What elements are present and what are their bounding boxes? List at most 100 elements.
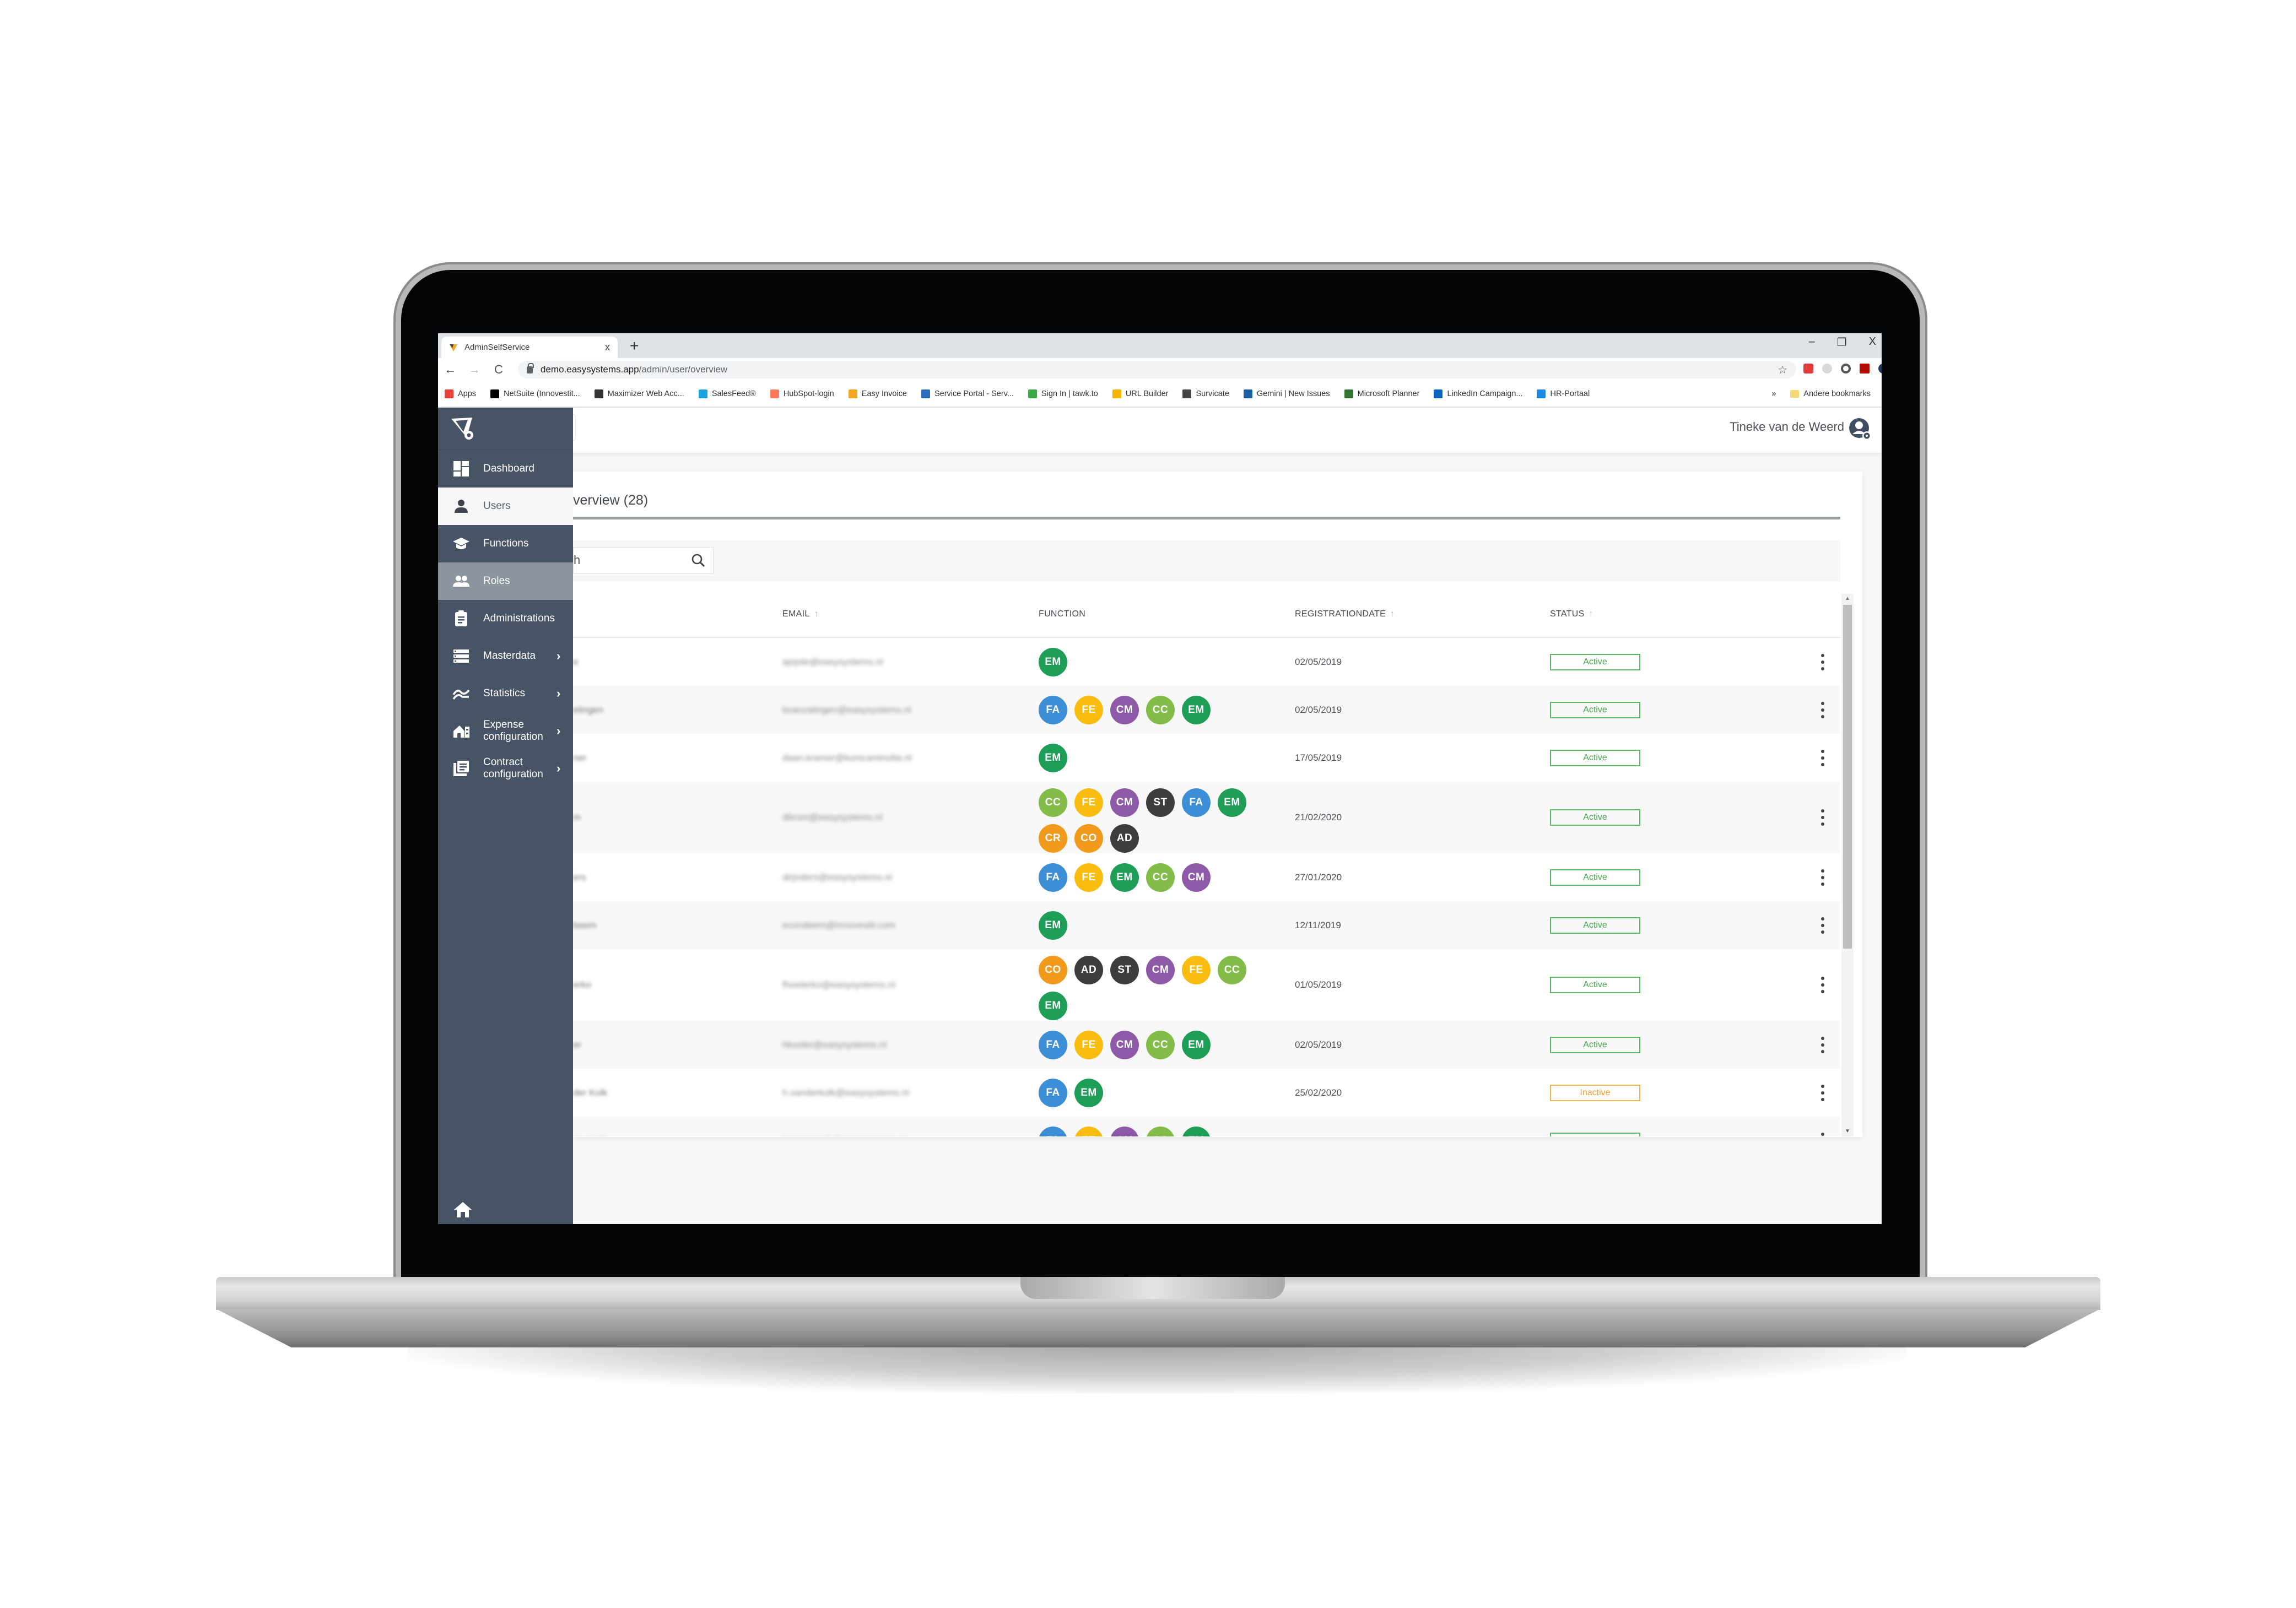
bookmark-item[interactable]: Gemini | New Issues [1243,389,1330,398]
table-row[interactable]: boom econdeem@innovestit.com EM 12/11/2019 A… [573,901,1840,949]
bookmark-item[interactable]: Sign In | tawk.to [1028,389,1098,398]
bookmark-item[interactable]: SalesFeed® [698,389,756,398]
user-name-cell[interactable]: m [573,812,581,823]
bookmark-item[interactable]: Microsoft Planner [1344,389,1419,398]
user-name-cell[interactable]: boom [573,920,597,931]
row-actions-menu-icon[interactable] [1819,749,1826,766]
table-row[interactable]: e ajojole@easysystems.nl EM 02/05/2019 Activ… [573,638,1840,686]
sort-arrow-icon[interactable]: ↑ [814,609,819,619]
sidebar-item-masterdata[interactable]: Masterdata › [438,637,573,675]
user-name-cell[interactable]: elingen [573,705,603,716]
table-row[interactable]: er hkooler@easysystems.nl FA FE CM CC EM 02/05/… [573,1021,1840,1069]
search-input[interactable]: h [573,547,714,573]
browser-tab[interactable]: AdminSelfService x [441,337,618,358]
row-actions-menu-icon[interactable] [1819,701,1826,718]
scroll-down-arrow-icon[interactable]: ▼ [1841,1127,1854,1136]
bookmark-item[interactable]: URL Builder [1112,389,1168,398]
sidebar-item-statistics[interactable]: Statistics › [438,675,573,712]
bookmark-item[interactable]: HR-Portaal [1537,389,1590,398]
user-name-cell[interactable]: der Kolk [573,1087,607,1098]
back-button[interactable]: ← [438,362,462,377]
sidebar-item-dashboard[interactable]: Dashboard [438,450,573,488]
bookmark-label: HR-Portaal [1550,389,1590,398]
scroll-thumb[interactable] [1843,605,1852,949]
sidebar-item-expense-configuration[interactable]: Expense configuration › [438,712,573,750]
table-scrollbar[interactable]: ▲ ▼ [1841,594,1854,1136]
bookmark-item[interactable]: Survicate [1182,389,1229,398]
scroll-up-arrow-icon[interactable]: ▲ [1841,594,1854,604]
table-row[interactable]: erko fhoeterko@easysystems.nl CO AD ST CM FE CC… [573,949,1840,1021]
user-icon [455,500,468,513]
address-bar[interactable]: demo.easysystems.app/admin/user/overview… [518,361,1796,378]
column-header-email[interactable]: EMAIL ↑ [782,609,819,619]
sidebar-item-functions[interactable]: Functions [438,525,573,562]
sidebar-item-roles[interactable]: Roles [438,562,573,600]
row-actions-menu-icon[interactable] [1819,1036,1826,1053]
bookmark-item[interactable]: Easy Invoice [848,389,907,398]
row-actions-menu-icon[interactable] [1819,869,1826,886]
column-header-registrationdate[interactable]: REGISTRATIONDATE ↑ [1295,609,1395,619]
sort-arrow-icon[interactable]: ↑ [1589,609,1593,619]
sidebar-item-contract-configuration[interactable]: Contract configuration › [438,750,573,787]
easysystems-logo-icon[interactable] [450,415,477,442]
sidebar-item-administrations[interactable]: Administrations [438,600,573,637]
bookmark-item[interactable]: Maximizer Web Acc... [594,389,684,398]
user-name-cell[interactable]: der Kolk [573,1135,607,1137]
minimize-button[interactable]: – [1809,335,1815,349]
close-window-button[interactable]: X [1869,335,1876,349]
bookmark-star-icon[interactable]: ☆ [1778,363,1787,377]
user-avatar-icon[interactable] [1849,418,1872,441]
user-name-cell[interactable]: ner [573,752,587,764]
user-name-cell[interactable]: erko [573,979,591,990]
user-name[interactable]: Tineke van de Weerd [1730,420,1844,434]
planner-icon [1344,389,1353,398]
extension-chat-icon[interactable] [1878,364,1882,373]
table-row[interactable]: m dbrom@easysystems.nl CC FE CM ST FA EM CR CO AD 2… [573,782,1840,853]
function-badge: FE [1074,1030,1103,1059]
users-card: verview (28) h EMAIL ↑ FUNCTION REGISTRAT… [573,472,1862,1137]
tab-close-icon[interactable]: x [605,342,610,353]
function-badge: FE [1182,956,1211,984]
bookmark-item[interactable]: HubSpot-login [770,389,834,398]
table-row[interactable]: ner daan.kramer@konicaminolta.nl EM 17/05/2… [573,734,1840,782]
extension-gray-icon[interactable] [1822,364,1832,373]
sort-arrow-icon[interactable]: ↑ [1390,609,1395,619]
row-actions-menu-icon[interactable] [1819,1084,1826,1101]
row-actions-menu-icon[interactable] [1819,653,1826,670]
table-row[interactable]: der Kolk h.vanderkolk@easysystems.nl FA EM 2… [573,1069,1840,1117]
function-badge: EM [1182,695,1211,724]
row-actions-menu-icon[interactable] [1819,1132,1826,1137]
sidebar-item-users[interactable]: Users [438,488,573,525]
column-header-status[interactable]: STATUS ↑ [1550,609,1593,619]
extension-cart-icon[interactable] [1803,364,1813,373]
extension-circle-icon[interactable] [1841,364,1851,373]
new-tab-button[interactable]: + [630,338,639,354]
table-row[interactable]: elingen bvanzalingen@easysystems.nl FA FE CM… [573,686,1840,734]
statistics-icon [452,689,470,700]
reload-button[interactable]: C [487,362,511,377]
chevron-right-icon: › [557,761,561,775]
extension-acrobat-icon[interactable] [1860,364,1870,373]
bookmark-item[interactable]: Service Portal - Serv... [921,389,1014,398]
function-badge: EM [1182,1030,1211,1059]
forward-button[interactable]: → [462,362,487,377]
row-actions-menu-icon[interactable] [1819,917,1826,934]
restore-button[interactable]: ❐ [1837,335,1847,349]
registration-date-cell: 02/05/2019 [1295,704,1342,715]
user-name-cell[interactable]: e [573,657,578,668]
bookmarks-overflow-button[interactable]: » [1771,389,1776,398]
bookmark-item[interactable]: Apps [445,389,476,398]
bookmark-item[interactable]: LinkedIn Campaign... [1434,389,1522,398]
user-name-cell[interactable]: er [573,1039,581,1051]
row-actions-menu-icon[interactable] [1819,809,1826,826]
home-icon[interactable] [453,1201,472,1219]
table-row[interactable]: ers dirjnders@easysystems.nl FA FE EM CC CM 27/… [573,853,1840,901]
service-portal-icon [921,389,930,398]
other-bookmarks-folder[interactable]: Andere bookmarks [1790,389,1871,398]
row-actions-menu-icon[interactable] [1819,977,1826,993]
table-row[interactable]: der Kolk hvanderkolk@easysystems.nl FA FE CM… [573,1117,1840,1136]
search-icon[interactable] [691,553,705,567]
user-name-cell[interactable]: ers [573,872,586,883]
bookmark-item[interactable]: NetSuite (Innovestit... [490,389,580,398]
function-badge: CM [1182,863,1211,892]
